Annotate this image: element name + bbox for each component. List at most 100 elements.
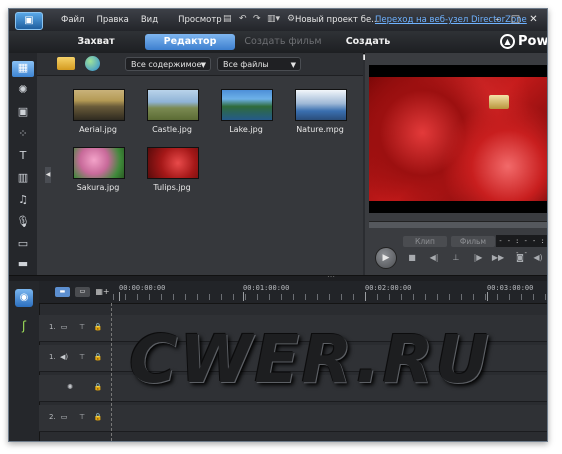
tab-clip[interactable]: Клип	[403, 236, 447, 247]
project-title: Новый проект бе...	[295, 15, 380, 25]
close-button[interactable]: ✕	[527, 13, 540, 26]
menu-file[interactable]: Файл	[55, 13, 90, 27]
media-thumbnail-nature[interactable]	[295, 89, 347, 121]
ruler-time-label: 00:02:00:00	[365, 284, 412, 292]
stop-icon[interactable]: ■	[405, 252, 419, 264]
preview-image	[369, 77, 547, 201]
timeline-panel: ◉ ʃ ▬ ▭ ▦+ 00:00:00:00 00:01:00:00 00:02…	[9, 281, 547, 441]
preview-scrub-bar[interactable]	[369, 221, 547, 228]
tab-movie[interactable]: Фильм	[451, 236, 495, 247]
app-window: ▣ Файл Правка Вид Просмотр ▤ ↶ ↷ ▥▾ ⚙ Но…	[8, 8, 548, 442]
media-thumbnail-lake[interactable]	[221, 89, 273, 121]
timeline-view-icon[interactable]: ▬	[55, 287, 70, 297]
effect-track-icon: ✺	[67, 383, 73, 391]
add-track-icon[interactable]: ▦+	[95, 287, 110, 297]
tab-create-disc[interactable]: Создать диск	[333, 34, 403, 63]
track-lane-video-2[interactable]	[111, 405, 547, 432]
library-collapse-handle[interactable]: ◀	[45, 167, 51, 183]
media-room-icon[interactable]: ▦	[12, 61, 34, 77]
content-filter-label: Все содержимое	[131, 60, 202, 69]
ruler-major-tick	[119, 292, 120, 301]
download-globe-icon[interactable]	[85, 56, 100, 71]
aspect-ratio-icon[interactable]: ▥▾	[267, 13, 280, 26]
media-label: Tulips.jpg	[153, 183, 191, 192]
ruler-time-label: 00:01:00:00	[243, 284, 290, 292]
fast-forward-icon[interactable]: ▶▶	[491, 252, 505, 264]
settings-gear-icon[interactable]: ⚙	[287, 13, 295, 26]
media-library: Все содержимое ▼ Все файлы ▼ Aerial.jpg …	[37, 53, 363, 275]
tab-editor[interactable]: Редактор	[145, 34, 235, 50]
visibility-icon[interactable]: ⊤	[77, 322, 87, 332]
save-icon[interactable]: ▤	[223, 13, 232, 26]
menu-view[interactable]: Вид	[135, 13, 164, 27]
preview-mode-tabs: Клип Фильм	[403, 236, 495, 247]
lock-icon[interactable]: 🔒	[93, 382, 103, 392]
media-label: Sakura.jpg	[76, 183, 120, 192]
media-thumbnail-aerial[interactable]	[73, 89, 125, 121]
undo-icon[interactable]: ↶	[239, 13, 247, 26]
voice-over-room-icon[interactable]: 🎙	[15, 215, 31, 229]
tab-capture[interactable]: Захват	[71, 34, 121, 50]
timeline-mode-icon[interactable]: ◉	[15, 289, 33, 307]
track-header-audio-1: 1. ◀) ⊤ 🔒	[39, 345, 111, 372]
media-label: Nature.mpg	[296, 125, 344, 134]
transition-room-icon[interactable]: ▥	[15, 171, 31, 185]
brand-logo-text: Pow	[518, 34, 548, 49]
chevron-down-icon: ▼	[290, 61, 296, 69]
next-frame-icon[interactable]: |▶	[471, 252, 485, 264]
media-thumbnail-tulips[interactable]	[147, 147, 199, 179]
content-filter-dropdown[interactable]: Все содержимое ▼	[125, 57, 211, 71]
volume-icon[interactable]: ◀)	[531, 252, 545, 264]
menu-edit[interactable]: Правка	[90, 13, 134, 27]
previous-frame-icon[interactable]: ◀|	[427, 252, 441, 264]
timeline-playhead[interactable]	[111, 303, 113, 441]
maximize-button[interactable]: □	[509, 13, 522, 26]
particle-room-icon[interactable]: ⁘	[15, 127, 31, 141]
fx-room-icon[interactable]: ✺	[15, 83, 31, 97]
mode-bar: Захват Редактор Создать фильм Создать ди…	[9, 31, 548, 63]
minimize-button[interactable]: –	[491, 13, 504, 26]
title-room-icon[interactable]: T	[15, 149, 31, 163]
track-number: 1.	[49, 353, 56, 361]
track-header-video-2: 2. ▭ ⊤ 🔒	[39, 405, 111, 432]
timeline-side-toolbar: ◉ ʃ	[9, 281, 40, 441]
directorzone-link[interactable]: Переход на веб-узел DirectorZone	[375, 13, 527, 27]
track-header-effect: ✺ 🔒	[39, 375, 111, 402]
lock-icon[interactable]: 🔒	[93, 352, 103, 362]
preview-timecode: - - : - - : - -	[496, 235, 547, 257]
splitter-grip-icon[interactable]: ⋯	[327, 273, 335, 281]
storyboard-view-icon[interactable]: ▭	[75, 287, 90, 297]
import-folder-icon[interactable]	[57, 57, 75, 70]
ruler-major-tick	[365, 292, 366, 301]
tab-produce[interactable]: Создать фильм	[243, 34, 323, 50]
media-thumbnail-castle[interactable]	[147, 89, 199, 121]
subtitle-room-icon[interactable]: ▬	[15, 257, 31, 271]
track-lane-effect[interactable]	[111, 375, 547, 402]
chapter-room-icon[interactable]: ▭	[15, 237, 31, 251]
lock-icon[interactable]: 🔒	[93, 412, 103, 422]
track-number: 2.	[49, 413, 56, 421]
lock-icon[interactable]: 🔒	[93, 322, 103, 332]
split-icon[interactable]: ⊥	[449, 252, 463, 264]
media-label: Aerial.jpg	[79, 125, 117, 134]
room-toolbar: ▦ ✺ ▣ ⁘ T ▥ ♫ 🎙 ▭ ▬	[9, 53, 38, 275]
audio-mixing-room-icon[interactable]: ♫	[15, 193, 31, 207]
track-number: 1.	[49, 323, 56, 331]
media-thumbnail-sakura[interactable]	[73, 147, 125, 179]
pip-room-icon[interactable]: ▣	[15, 105, 31, 119]
video-track-icon: ▭	[60, 413, 68, 421]
snapshot-camera-icon[interactable]: ◙	[513, 252, 527, 264]
ornament-cap-shape	[489, 95, 509, 109]
visibility-icon[interactable]: ⊤	[77, 352, 87, 362]
track-lane-audio-1[interactable]	[111, 345, 547, 372]
redo-icon[interactable]: ↷	[253, 13, 261, 26]
timeline-ruler[interactable]	[113, 294, 547, 300]
track-lane-video-1[interactable]	[111, 315, 547, 342]
visibility-icon[interactable]: ⊤	[77, 412, 87, 422]
play-button[interactable]: ▶	[375, 247, 397, 269]
menu-playback[interactable]: Просмотр	[172, 13, 228, 27]
fix-enhance-icon[interactable]: ʃ	[18, 319, 30, 333]
speaker-icon: ◀)	[59, 353, 69, 361]
file-filter-dropdown[interactable]: Все файлы ▼	[217, 57, 301, 71]
brand-up-arrow-icon[interactable]: ▲	[500, 34, 515, 49]
